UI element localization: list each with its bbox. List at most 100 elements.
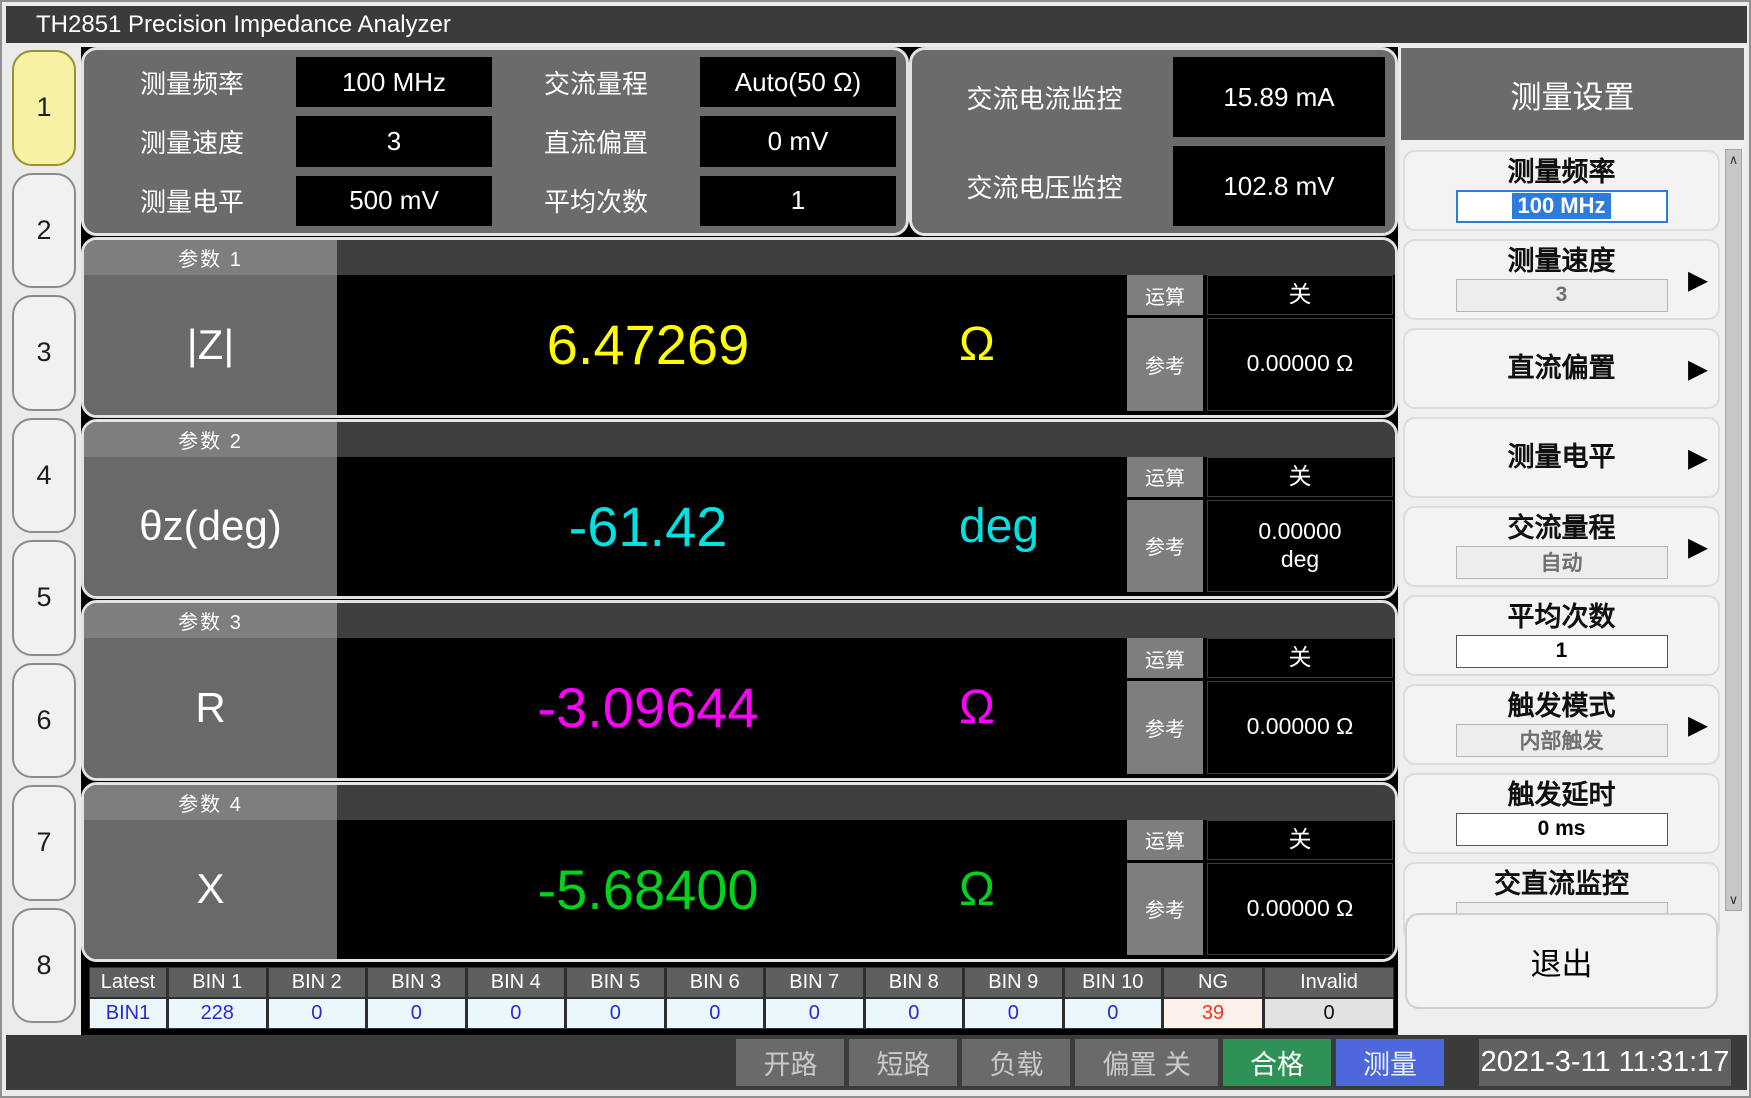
parameter-3-op-label: 运算 xyxy=(1127,638,1203,678)
datetime-display: 2021-3-11 11:31:17 xyxy=(1479,1039,1731,1086)
main-area: 测量频率 100 MHz 交流量程 Auto(50 Ω) 测量速度 3 直流偏置… xyxy=(81,47,1398,1035)
tab-5[interactable]: 5 xyxy=(12,540,76,656)
parameter-panel-1: 参数 1 |Z| 6.47269 Ω 运算 关 参考 0.00000 Ω xyxy=(81,237,1398,418)
sidebar-scrollbar[interactable]: ∧ ∨ xyxy=(1725,149,1742,911)
status-measure-badge: 测量 xyxy=(1336,1039,1444,1086)
parameter-3-value: -3.09644 xyxy=(337,675,959,740)
bin-value-6: 0 xyxy=(667,999,764,1028)
parameter-3-reading: -3.09644 Ω xyxy=(337,638,1127,778)
tab-4[interactable]: 4 xyxy=(12,418,76,534)
parameter-1-ref-label: 参考 xyxy=(1127,318,1203,411)
arrow-right-icon: ▶ xyxy=(1688,264,1708,295)
parameter-3-header: 参数 3 xyxy=(84,603,1395,638)
bin-value-ng: 39 xyxy=(1164,999,1262,1028)
parameter-2-op-value[interactable]: 关 xyxy=(1207,457,1393,497)
sidebar-btn-meas-speed[interactable]: 测量速度 3 ▶ xyxy=(1403,239,1720,320)
bin-value-4: 0 xyxy=(468,999,565,1028)
parameter-4-value: -5.68400 xyxy=(337,857,959,922)
parameter-2-value: -61.42 xyxy=(337,494,959,559)
scroll-down-icon[interactable]: ∨ xyxy=(1729,892,1739,908)
status-bar: 开路 短路 负载 偏置 关 合格 测量 2021-3-11 11:31:17 xyxy=(6,1035,1747,1090)
parameter-3-op-value[interactable]: 关 xyxy=(1207,638,1393,678)
bin-header-latest: Latest xyxy=(90,968,166,997)
status-bias-off: 偏置 关 xyxy=(1075,1039,1218,1086)
trigger-delay-input[interactable]: 0 ms xyxy=(1456,813,1668,846)
monitor-label-ac-voltage: 交流电压监控 xyxy=(922,146,1167,226)
parameter-1-name[interactable]: |Z| xyxy=(84,275,337,415)
parameter-3-name[interactable]: R xyxy=(84,638,337,778)
exit-button[interactable]: 退出 xyxy=(1405,913,1718,1009)
avg-count-input[interactable]: 1 xyxy=(1456,635,1668,668)
setting-label-dc-bias: 直流偏置 xyxy=(498,116,694,166)
parameter-4-name[interactable]: X xyxy=(84,820,337,960)
parameter-2-ref-label: 参考 xyxy=(1127,500,1203,593)
tab-6[interactable]: 6 xyxy=(12,663,76,779)
setting-value-avg-count: 1 xyxy=(700,176,896,226)
page-tab-strip: 1 2 3 4 5 6 7 8 xyxy=(6,47,81,1031)
parameter-3-unit: Ω xyxy=(959,680,1127,735)
parameter-1-ref-value[interactable]: 0.00000 Ω xyxy=(1207,318,1393,411)
bin-header-invalid: Invalid xyxy=(1265,968,1393,997)
parameter-4-op-label: 运算 xyxy=(1127,820,1203,860)
sidebar-btn-ac-range[interactable]: 交流量程 自动 ▶ xyxy=(1403,506,1720,587)
bin-value-7: 0 xyxy=(766,999,863,1028)
setting-label-avg-count: 平均次数 xyxy=(498,176,694,226)
monitor-box: 交流电流监控 15.89 mA 交流电压监控 102.8 mV xyxy=(909,47,1398,236)
setting-value-meas-freq: 100 MHz xyxy=(296,57,492,107)
status-short-correction: 短路 xyxy=(849,1039,957,1086)
parameter-1-index-label: 参数 1 xyxy=(84,240,337,275)
parameter-1-unit: Ω xyxy=(959,317,1127,372)
bin-count-table: Latest BIN 1 BIN 2 BIN 3 BIN 4 BIN 5 BIN… xyxy=(89,967,1394,1029)
setting-label-meas-speed: 测量速度 xyxy=(94,116,290,166)
sidebar-btn-meas-level[interactable]: 测量电平 ▶ xyxy=(1403,417,1720,498)
bin-header-3: BIN 3 xyxy=(368,968,465,997)
meas-freq-input[interactable]: 100 MHz xyxy=(1456,190,1668,223)
sidebar-btn-trigger-delay[interactable]: 触发延时 0 ms xyxy=(1403,773,1720,854)
parameter-2-name[interactable]: θz(deg) xyxy=(84,457,337,597)
tab-2[interactable]: 2 xyxy=(12,173,76,289)
arrow-right-icon: ▶ xyxy=(1688,531,1708,562)
top-settings-row: 测量频率 100 MHz 交流量程 Auto(50 Ω) 测量速度 3 直流偏置… xyxy=(81,47,1398,236)
scroll-up-icon[interactable]: ∧ xyxy=(1729,152,1739,168)
meas-freq-selected-text: 100 MHz xyxy=(1512,193,1610,219)
setting-label-ac-range: 交流量程 xyxy=(498,57,694,107)
status-pass-badge: 合格 xyxy=(1223,1039,1331,1086)
tab-3[interactable]: 3 xyxy=(12,295,76,411)
parameter-1-op-value[interactable]: 关 xyxy=(1207,275,1393,315)
tab-1[interactable]: 1 xyxy=(12,50,76,166)
sidebar-title: 测量设置 xyxy=(1401,48,1744,140)
parameter-4-ref-label: 参考 xyxy=(1127,863,1203,956)
sidebar-btn-meas-freq[interactable]: 测量频率 100 MHz xyxy=(1403,150,1720,231)
bin-header-8: BIN 8 xyxy=(866,968,963,997)
monitor-value-ac-voltage: 102.8 mV xyxy=(1173,146,1385,226)
sidebar-btn-avg-count[interactable]: 平均次数 1 xyxy=(1403,595,1720,676)
window-title: TH2851 Precision Impedance Analyzer xyxy=(36,11,451,39)
bin-value-10: 0 xyxy=(1065,999,1162,1028)
parameter-1-reading: 6.47269 Ω xyxy=(337,275,1127,415)
bin-value-invalid: 0 xyxy=(1265,999,1393,1028)
parameter-3-ref-label: 参考 xyxy=(1127,681,1203,774)
bin-header-6: BIN 6 xyxy=(667,968,764,997)
bin-value-8: 0 xyxy=(866,999,963,1028)
tab-7[interactable]: 7 xyxy=(12,785,76,901)
bin-header-7: BIN 7 xyxy=(766,968,863,997)
parameter-2-index-label: 参数 2 xyxy=(84,422,337,457)
sidebar-btn-dc-bias[interactable]: 直流偏置 ▶ xyxy=(1403,328,1720,409)
parameter-2-ref-value[interactable]: 0.00000 deg xyxy=(1207,500,1393,593)
tab-8[interactable]: 8 xyxy=(12,908,76,1024)
instrument-screen: TH2851 Precision Impedance Analyzer 1 2 … xyxy=(0,0,1751,1098)
bin-value-3: 0 xyxy=(368,999,465,1028)
bin-header-ng: NG xyxy=(1164,968,1262,997)
parameter-panel-3: 参数 3 R -3.09644 Ω 运算 关 参考 0.00000 Ω xyxy=(81,600,1398,781)
parameter-3-ref-value[interactable]: 0.00000 Ω xyxy=(1207,681,1393,774)
sidebar-button-list: 测量频率 100 MHz 测量速度 3 ▶ 直流偏置 ▶ 测量电平 ▶ 交流量程 xyxy=(1403,150,1720,1033)
parameter-1-op-label: 运算 xyxy=(1127,275,1203,315)
title-bar: TH2851 Precision Impedance Analyzer xyxy=(6,6,1747,43)
monitor-value-ac-current: 15.89 mA xyxy=(1173,57,1385,137)
bin-header-9: BIN 9 xyxy=(965,968,1062,997)
bin-value-1: 228 xyxy=(169,999,266,1028)
sidebar-btn-trigger-mode[interactable]: 触发模式 内部触发 ▶ xyxy=(1403,684,1720,765)
parameter-4-op-value[interactable]: 关 xyxy=(1207,820,1393,860)
parameter-4-ref-value[interactable]: 0.00000 Ω xyxy=(1207,863,1393,956)
parameter-3-index-label: 参数 3 xyxy=(84,603,337,638)
